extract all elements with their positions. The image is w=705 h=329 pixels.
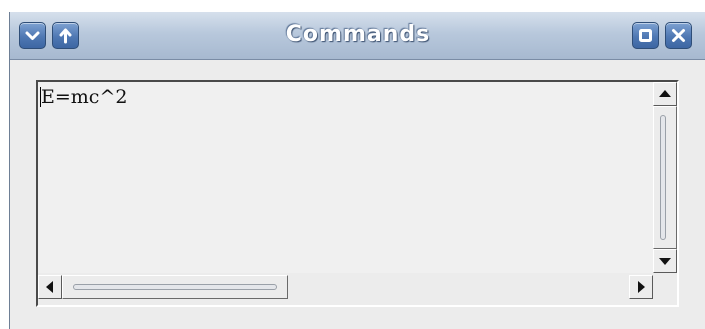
scroll-right-button[interactable]: [629, 275, 653, 299]
vertical-scrollbar[interactable]: [653, 82, 677, 273]
scroll-up-button[interactable]: [653, 82, 677, 106]
command-text-area[interactable]: E=mc^2: [38, 82, 653, 273]
scroll-left-button[interactable]: [38, 275, 62, 299]
scroll-down-button[interactable]: [653, 249, 677, 273]
vertical-scroll-thumb[interactable]: [653, 106, 677, 249]
triangle-left-icon: [46, 281, 53, 293]
window-title: Commands: [285, 22, 431, 47]
text-frame: E=mc^2: [36, 80, 679, 307]
minimize-button[interactable]: [19, 22, 46, 49]
square-icon: [639, 29, 652, 42]
close-icon: [672, 29, 685, 42]
triangle-up-icon: [659, 90, 671, 97]
horizontal-thumb-groove: [73, 284, 277, 290]
maximize-button[interactable]: [632, 22, 659, 49]
vertical-thumb-groove: [660, 115, 666, 240]
scrollbar-corner: [653, 273, 677, 305]
triangle-down-icon: [659, 258, 671, 265]
close-button[interactable]: [665, 22, 692, 49]
arrow-up-icon: [59, 28, 72, 44]
chevron-down-icon: [25, 31, 40, 40]
command-text: E=mc^2: [41, 86, 128, 108]
raise-button[interactable]: [52, 22, 79, 49]
triangle-right-icon: [638, 281, 645, 293]
horizontal-scroll-thumb[interactable]: [62, 275, 288, 299]
commands-window: Commands E=mc^2: [9, 12, 705, 329]
horizontal-scrollbar[interactable]: [38, 273, 653, 305]
title-bar[interactable]: Commands: [10, 12, 705, 60]
